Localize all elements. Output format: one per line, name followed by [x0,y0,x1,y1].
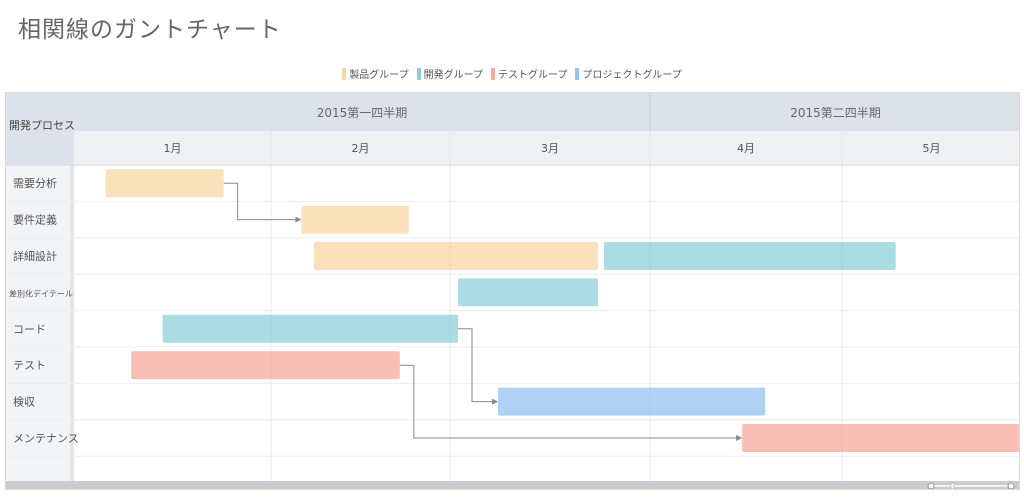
task-bar[interactable] [604,242,896,270]
legend-swatch [416,67,421,80]
task-bar[interactable] [458,278,598,307]
task-bar[interactable] [162,314,458,343]
category-label: 需要分析 [13,176,57,190]
task-bar[interactable] [313,242,598,270]
category-label: メンテナンス [13,432,79,445]
dependency-link [458,328,498,405]
legend-label: 製品グループ [349,70,409,81]
month-label: 3月 [541,142,559,155]
zoom-slider-max-handle [1007,482,1015,489]
legend-item[interactable]: プロジェクトグループ [575,66,682,81]
corner-label: 開発プロセス [9,118,75,132]
task-bar[interactable] [742,424,1020,452]
scrollbar-track [6,481,1019,489]
category-label: 検収 [13,395,35,409]
quarter-label: 2015第二四半期 [790,106,881,120]
zoom-slider-thumb [950,482,955,489]
month-label: 4月 [737,142,755,155]
legend-label: プロジェクトグループ [582,70,682,81]
legend-item[interactable]: 開発グループ [416,66,483,81]
task-bar[interactable] [131,351,400,380]
category-label: コード [13,323,46,336]
task-bar[interactable] [498,387,766,416]
legend-swatch [342,67,347,80]
category-label: 差別化デイテール [9,288,73,298]
legend-swatch [491,67,495,80]
legend-swatch [575,67,580,80]
month-header-bg [6,131,1019,165]
category-label: 詳細設計 [13,249,57,263]
legend-item[interactable]: 製品グループ [342,66,409,81]
gantt-svg: 2015第一四半期 2015第二四半期開発プロセス 1月 2月 3月 4月 5月需要分析要件… [6,93,1020,489]
month-label: 1月 [164,142,182,155]
category-label: 要件定義 [13,213,57,227]
legend-label: 開発グループ [423,70,483,81]
legend: 製品グループ 開発グループ テストグループ プロジェクトグループ [0,66,1024,81]
month-label: 5月 [923,142,941,155]
category-label: テスト [13,359,46,372]
month-label: 2月 [352,142,370,155]
task-bar[interactable] [105,169,224,198]
chart-title: 相関線のガントチャート [18,17,282,43]
gantt-chart: 2015第一四半期 2015第二四半期開発プロセス 1月 2月 3月 4月 5月需要分析要件… [5,92,1020,490]
zoom-slider-min-handle [927,482,935,489]
legend-item[interactable]: テストグループ [491,66,567,81]
legend-label: テストグループ [498,70,568,81]
task-bar[interactable] [301,205,409,234]
quarter-label: 2015第一四半期 [317,106,408,120]
